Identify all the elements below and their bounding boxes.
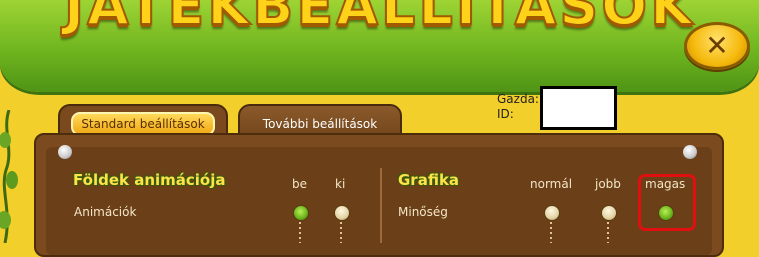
settings-board-inner — [46, 147, 712, 255]
row-label-quality: Minőség — [398, 205, 448, 219]
radio-animation-be[interactable] — [293, 205, 309, 221]
pin-icon — [683, 145, 697, 159]
id-label: ID: — [497, 107, 514, 121]
radio-graphics-normal[interactable] — [544, 205, 560, 221]
radio-animation-ki[interactable] — [334, 205, 350, 221]
close-button[interactable]: ✕ — [684, 22, 750, 70]
gazda-label: Gazda: — [497, 92, 539, 106]
column-label-be: be — [292, 177, 307, 191]
account-labels: Gazda: ID: — [497, 92, 539, 122]
section-title-graphics: Grafika — [398, 171, 460, 189]
close-icon: ✕ — [705, 29, 729, 62]
vine-decoration — [0, 110, 18, 243]
radio-graphics-jobb[interactable] — [601, 205, 617, 221]
dotted-line — [550, 222, 552, 243]
column-label-normal: normál — [530, 177, 573, 191]
row-label-animations: Animációk — [74, 205, 137, 219]
column-label-jobb: jobb — [595, 177, 621, 191]
column-label-ki: ki — [335, 177, 346, 191]
section-divider — [380, 168, 382, 243]
dotted-line — [607, 222, 609, 243]
highlight-box — [638, 174, 696, 231]
settings-board — [34, 133, 724, 257]
tab-more-label: További beállítások — [262, 117, 378, 131]
dotted-line — [299, 222, 301, 243]
dotted-line — [340, 222, 342, 243]
account-id-box — [540, 86, 617, 130]
dialog-title: JÁTÉKBEÁLLÍTÁSOK — [63, 0, 696, 38]
section-title-animation: Földek animációja — [73, 171, 226, 189]
pin-icon — [58, 145, 72, 159]
